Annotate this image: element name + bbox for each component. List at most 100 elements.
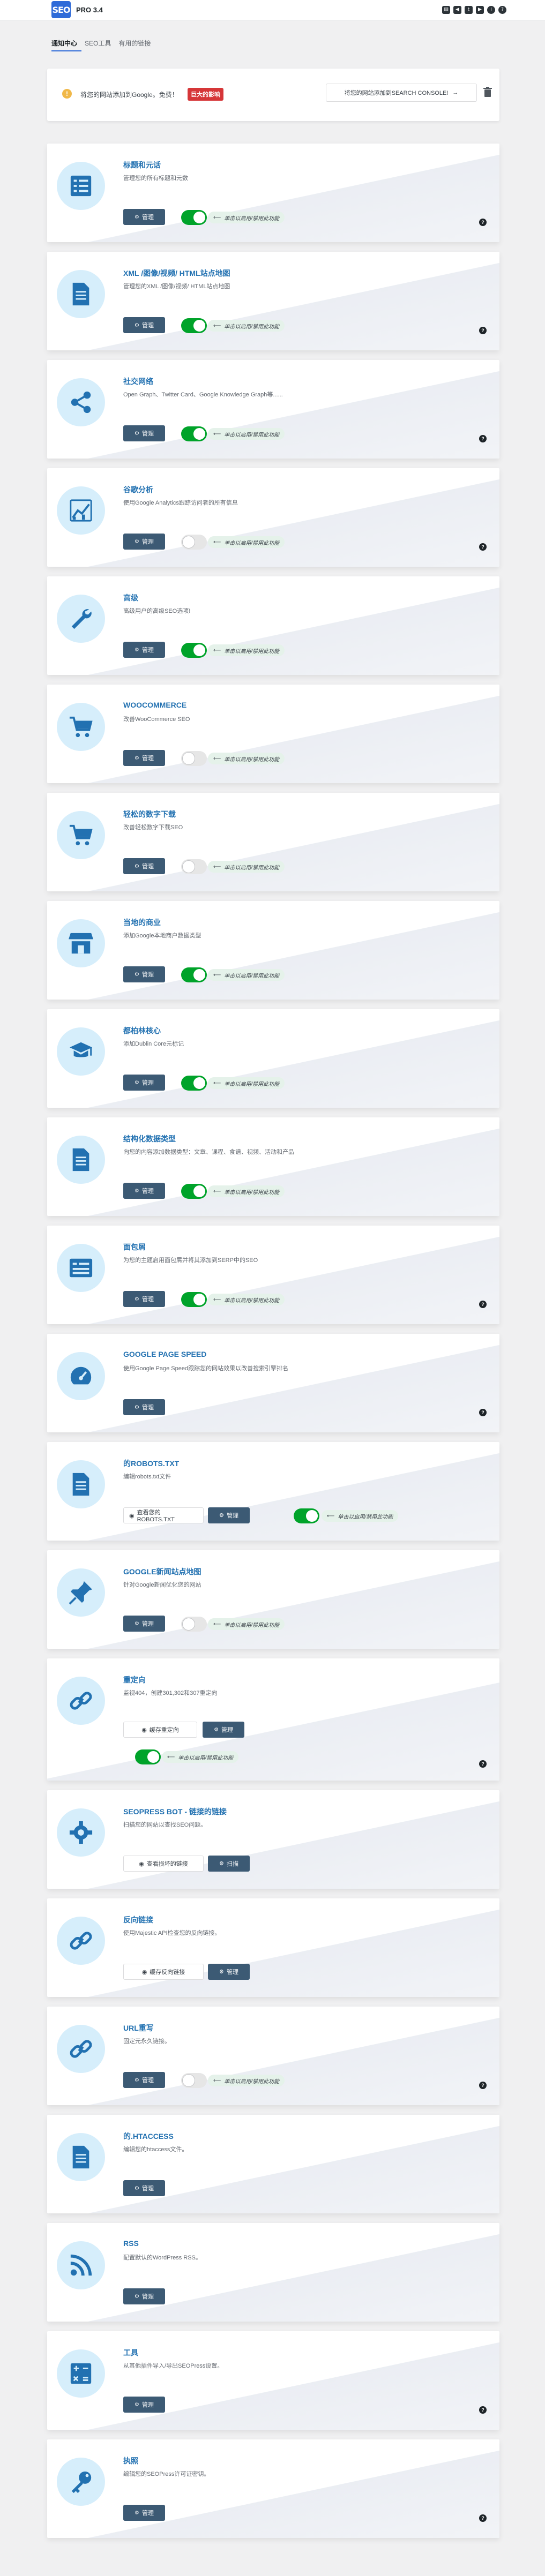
- help-icon[interactable]: ?: [479, 219, 487, 226]
- manage-button[interactable]: ⚙ 管理: [123, 317, 165, 333]
- secondary-button-label: 缓存重定向: [149, 1727, 179, 1733]
- help-icon[interactable]: ?: [479, 1301, 487, 1308]
- manage-button[interactable]: ⚙ 扫描: [208, 1856, 250, 1872]
- active-tab-indicator: [51, 50, 81, 51]
- feature-card: GOOGLE PAGE SPEED 使用Google Page Speed跟踪您的…: [47, 1334, 499, 1432]
- view-secondary-button[interactable]: ◉ 缓存反向链接: [123, 1964, 204, 1980]
- tab-notifications[interactable]: 通知中心: [51, 39, 77, 48]
- manage-button[interactable]: ⚙ 管理: [123, 966, 165, 982]
- feature-title[interactable]: RSS: [123, 2239, 139, 2248]
- info-icon[interactable]: i: [487, 6, 495, 14]
- manage-button[interactable]: ⚙ 管理: [208, 1507, 250, 1523]
- help-icon[interactable]: ?: [479, 1760, 487, 1768]
- manage-button[interactable]: ⚙ 管理: [123, 2288, 165, 2304]
- manage-button[interactable]: ⚙ 管理: [123, 534, 165, 550]
- manage-button[interactable]: ⚙ 管理: [123, 209, 165, 225]
- manage-button[interactable]: ⚙ 管理: [123, 1616, 165, 1632]
- manage-button[interactable]: ⚙ 管理: [123, 642, 165, 658]
- manage-button[interactable]: ⚙ 管理: [123, 2072, 165, 2088]
- manage-button[interactable]: ⚙ 管理: [123, 1183, 165, 1199]
- tab-useful-links[interactable]: 有用的链接: [118, 39, 151, 48]
- feature-title[interactable]: URL重写: [123, 2023, 154, 2033]
- manage-button[interactable]: ⚙ 管理: [123, 1399, 165, 1415]
- feature-title[interactable]: XML /图像/视频/ HTML站点地图: [123, 268, 230, 279]
- feature-title[interactable]: 工具: [123, 2347, 138, 2358]
- feature-title[interactable]: 面包屑: [123, 1242, 146, 1252]
- feature-title[interactable]: 轻松的数字下载: [123, 809, 176, 820]
- trash-icon[interactable]: [483, 87, 493, 99]
- share-icon: [57, 378, 105, 426]
- help-icon[interactable]: ?: [479, 2514, 487, 2522]
- feature-toggle[interactable]: [181, 967, 207, 982]
- gear-icon: ⚙: [135, 1404, 139, 1410]
- feature-title[interactable]: 结构化数据类型: [123, 1133, 176, 1144]
- feature-title[interactable]: 当地的商业: [123, 917, 161, 928]
- help-icon[interactable]: ?: [498, 6, 506, 14]
- arrow-left-icon: ⟵: [213, 322, 221, 329]
- tab-seo-tools[interactable]: SEO工具: [85, 39, 111, 48]
- eye-icon: ◉: [141, 1726, 147, 1733]
- manage-button[interactable]: ⚙ 管理: [123, 2397, 165, 2413]
- help-icon[interactable]: ?: [479, 1409, 487, 1416]
- feature-title[interactable]: 的.HTACCESS: [123, 2131, 174, 2142]
- feature-title[interactable]: 执照: [123, 2455, 138, 2466]
- feature-title[interactable]: GOOGLE PAGE SPEED: [123, 1350, 206, 1358]
- feature-toggle[interactable]: [181, 318, 207, 333]
- twitter-icon[interactable]: t: [465, 6, 473, 14]
- manage-button[interactable]: ⚙ 管理: [123, 425, 165, 441]
- toggle-hint: ⟵ 单击以启用/禁用此功能: [208, 1185, 285, 1197]
- youtube-icon[interactable]: ▶: [476, 6, 484, 14]
- manage-button[interactable]: ⚙ 管理: [123, 858, 165, 874]
- feature-toggle[interactable]: [181, 535, 207, 550]
- manage-button[interactable]: ⚙ 管理: [123, 2505, 165, 2521]
- feature-toggle[interactable]: [181, 426, 207, 441]
- feature-title[interactable]: 高级: [123, 592, 138, 603]
- feature-toggle[interactable]: [181, 751, 207, 766]
- feature-title[interactable]: GOOGLE新闻站点地图: [123, 1566, 201, 1577]
- manage-button[interactable]: ⚙ 管理: [123, 750, 165, 766]
- manage-button-label: 管理: [141, 2402, 154, 2408]
- help-icon[interactable]: ?: [479, 2082, 487, 2089]
- feature-title[interactable]: SEOPRESS BOT - 链接的链接: [123, 1806, 227, 1817]
- toggle-hint: ⟵ 单击以启用/禁用此功能: [322, 1510, 399, 1522]
- feature-toggle[interactable]: [181, 1617, 207, 1632]
- document-icon[interactable]: ▤: [442, 6, 450, 14]
- feature-title[interactable]: 的ROBOTS.TXT: [123, 1458, 179, 1469]
- feature-title[interactable]: 都柏林核心: [123, 1025, 161, 1036]
- megaphone-icon[interactable]: ◀: [453, 6, 461, 14]
- feature-toggle[interactable]: [181, 1292, 207, 1307]
- feature-card: 谷歌分析 使用Google Analytics跟踪访问者的所有信息 ⚙ 管理 ⟵ 单击以启…: [47, 468, 499, 567]
- manage-button[interactable]: ⚙ 管理: [208, 1964, 250, 1980]
- help-icon[interactable]: ?: [479, 435, 487, 442]
- help-icon[interactable]: ?: [479, 327, 487, 334]
- feature-title[interactable]: 反向链接: [123, 1914, 153, 1925]
- view-secondary-button[interactable]: ◉ 查看损坏的链接: [123, 1856, 204, 1872]
- feature-title[interactable]: 标题和元话: [123, 160, 161, 170]
- view-secondary-button[interactable]: ◉ 缓存重定向: [123, 1722, 197, 1738]
- feature-title[interactable]: 谷歌分析: [123, 484, 153, 495]
- feature-description: 编辑您的htaccess文件。: [123, 2146, 188, 2153]
- feature-title[interactable]: 重定向: [123, 1674, 146, 1685]
- feature-toggle[interactable]: [294, 1508, 319, 1523]
- feature-toggle[interactable]: [181, 643, 207, 658]
- feature-toggle[interactable]: [181, 2073, 207, 2088]
- feature-title[interactable]: 社交网络: [123, 376, 153, 387]
- feature-toggle[interactable]: [181, 859, 207, 874]
- gear-icon: ⚙: [135, 2510, 139, 2516]
- view-secondary-button[interactable]: ◉ 查看您的ROBOTS.TXT: [123, 1507, 204, 1523]
- manage-button[interactable]: ⚙ 管理: [123, 1291, 165, 1307]
- manage-button[interactable]: ⚙ 管理: [203, 1722, 244, 1738]
- feature-toggle[interactable]: [135, 1749, 161, 1764]
- feature-toggle[interactable]: [181, 1184, 207, 1199]
- feature-title[interactable]: WOOCOMMERCE: [123, 701, 186, 709]
- add-search-console-button[interactable]: 将您的网站添加到SEARCH CONSOLE! →: [326, 84, 477, 102]
- toggle-hint-text: 单击以启用/禁用此功能: [224, 865, 280, 871]
- manage-button[interactable]: ⚙ 管理: [123, 1075, 165, 1091]
- feature-card: 结构化数据类型 向您的内容添加数据类型：文章、课程、食谱、视频、活动和产品 ⚙ 管理 ⟵…: [47, 1117, 499, 1216]
- help-icon[interactable]: ?: [479, 543, 487, 551]
- feature-card: URL重写 固定元永久链接。 ⚙ 管理 ⟵ 单击以启用/禁用此功能?: [47, 2007, 499, 2105]
- feature-toggle[interactable]: [181, 210, 207, 225]
- feature-toggle[interactable]: [181, 1076, 207, 1091]
- manage-button[interactable]: ⚙ 管理: [123, 2180, 165, 2196]
- help-icon[interactable]: ?: [479, 2406, 487, 2414]
